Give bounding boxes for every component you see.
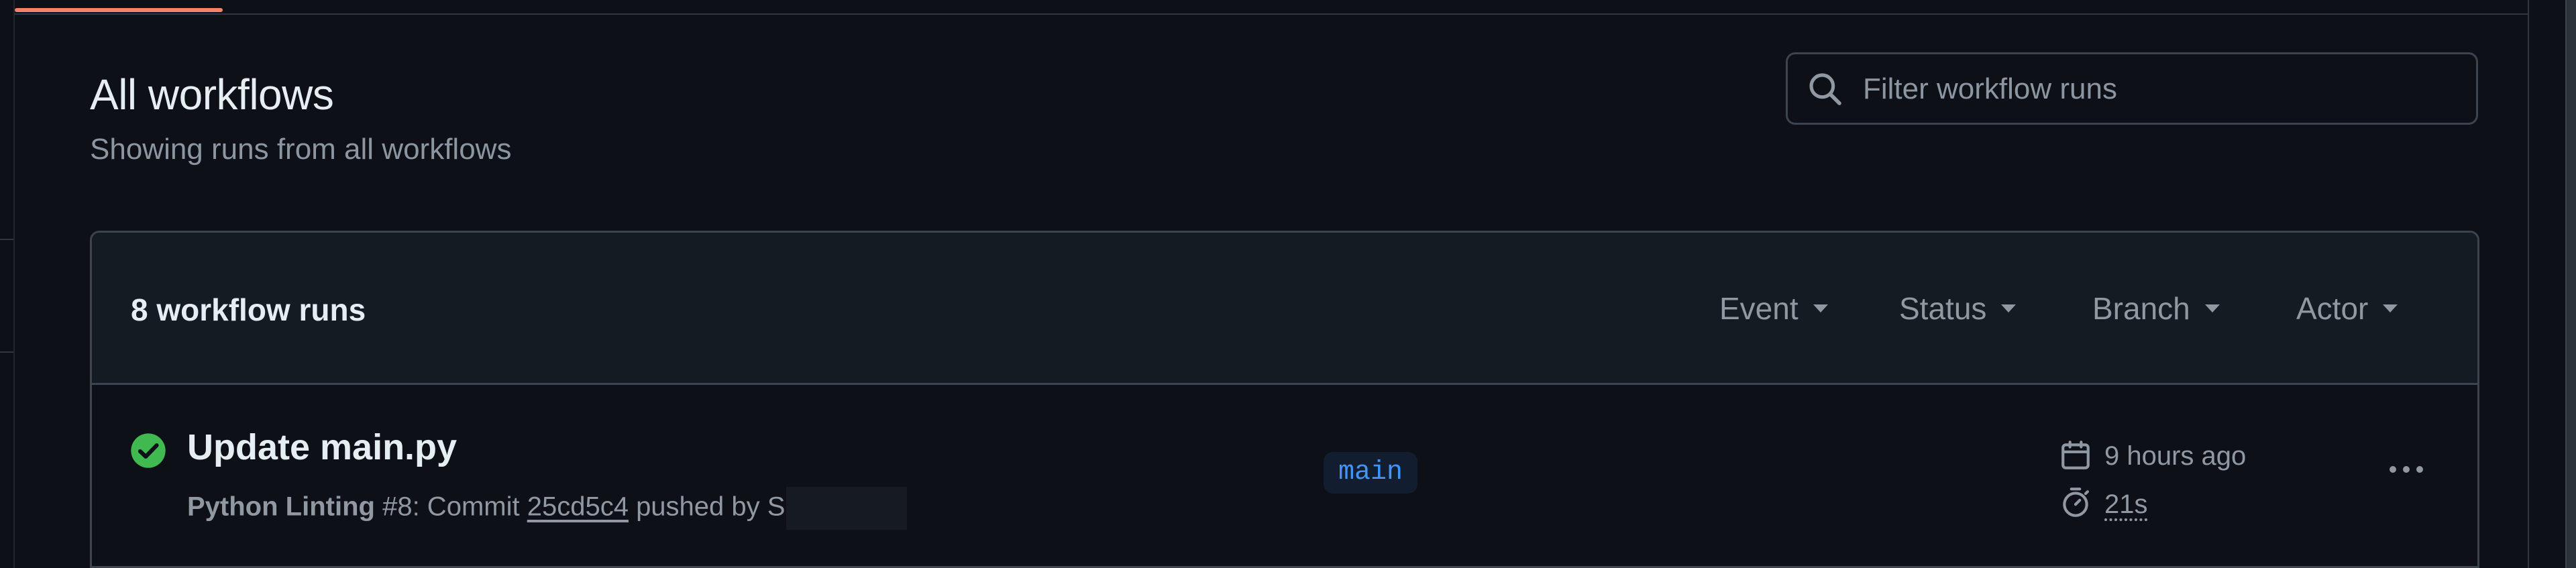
run-number: #8 (382, 492, 413, 522)
left-nav-edge (0, 0, 15, 568)
runs-panel-header: 8 workflow runs Event Status Branch Acto… (92, 233, 2477, 385)
chevron-down-icon (2383, 304, 2398, 313)
workflow-run-row[interactable]: Update main.py Python Linting #8: Commit… (92, 385, 2477, 568)
success-check-icon (131, 433, 166, 468)
active-tab-indicator (15, 8, 223, 12)
filter-actor-dropdown[interactable]: Actor (2296, 290, 2398, 327)
filter-label: Status (1899, 291, 1987, 326)
commit-prefix: : Commit (412, 492, 520, 522)
run-time-ago: 9 hours ago (2104, 441, 2247, 471)
header-divider (15, 13, 2576, 15)
commit-sha-link[interactable]: 25cd5c4 (527, 492, 629, 522)
chevron-down-icon (1813, 304, 1828, 313)
actions-page: All workflows Showing runs from all work… (0, 0, 2576, 568)
workflow-runs-panel: 8 workflow runs Event Status Branch Acto… (90, 231, 2479, 568)
nav-divider (0, 351, 13, 353)
run-title-link[interactable]: Update main.py (187, 427, 457, 468)
filter-label: Branch (2092, 291, 2190, 326)
page-title: All workflows (90, 70, 334, 119)
scrollbar-thumb[interactable] (2565, 0, 2576, 568)
run-options-kebab-icon[interactable] (2374, 437, 2438, 502)
calendar-icon (2061, 441, 2090, 469)
filter-label: Event (1719, 291, 1799, 326)
nav-divider (0, 239, 13, 240)
kebab-dot (2416, 466, 2423, 473)
filter-event-dropdown[interactable]: Event (1719, 290, 1828, 327)
runs-count: 8 workflow runs (131, 292, 366, 327)
actor-link[interactable]: S (767, 492, 786, 522)
page-subtitle: Showing runs from all workflows (90, 133, 512, 166)
run-duration: 21s (2104, 490, 2148, 519)
filter-branch-dropdown[interactable]: Branch (2092, 290, 2220, 327)
filter-status-dropdown[interactable]: Status (1899, 290, 2017, 327)
branch-badge[interactable]: main (1324, 452, 1418, 494)
stopwatch-icon (2063, 488, 2090, 517)
chevron-down-icon (2001, 304, 2017, 313)
pushed-by-label: pushed by (636, 492, 760, 522)
run-meta: Python Linting #8: Commit 25cd5c4 pushed… (187, 487, 908, 530)
kebab-dot (2403, 466, 2410, 473)
workflow-name: Python Linting (187, 492, 375, 522)
chevron-down-icon (2204, 304, 2220, 313)
search-icon (1809, 73, 1841, 105)
filter-search-box[interactable] (1786, 52, 2478, 125)
scrollbar-track[interactable] (2528, 0, 2576, 568)
redacted-actor (786, 487, 908, 530)
filter-label: Actor (2296, 291, 2369, 326)
kebab-dot (2390, 466, 2396, 473)
filter-runs-input[interactable] (1862, 54, 2455, 124)
